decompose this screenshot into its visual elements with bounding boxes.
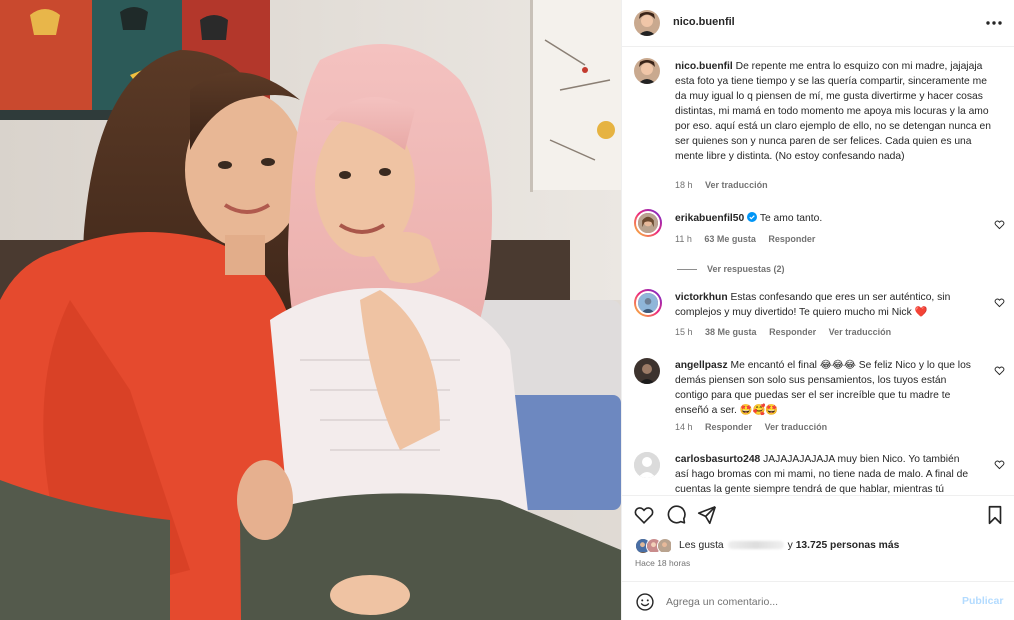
comment-likes[interactable]: 38 Me gusta	[705, 327, 757, 337]
comment-input[interactable]	[666, 591, 946, 613]
blurred-username	[727, 541, 784, 550]
post-actions: Les gusta y 13.725 personas más Hace 18 h…	[622, 495, 1014, 580]
caption-avatar[interactable]	[634, 58, 660, 84]
caption-username[interactable]: nico.buenfil	[675, 61, 733, 72]
post-image	[0, 0, 621, 620]
comment-likes[interactable]: 63 Me gusta	[704, 234, 756, 244]
share-icon[interactable]	[696, 504, 718, 526]
translate-link[interactable]: Ver traducción	[829, 327, 892, 337]
comment-like-icon[interactable]	[994, 363, 1005, 376]
likes-prefix: Les gusta	[679, 540, 724, 551]
comment-time: 14 h	[675, 422, 693, 432]
publish-button[interactable]: Publicar	[962, 595, 1003, 607]
caption-body: De repente me entra lo esquizo con mi ma…	[675, 61, 991, 162]
more-options-icon[interactable]	[984, 13, 1004, 33]
comment-icon[interactable]	[665, 504, 687, 526]
view-replies-label: Ver respuestas (2)	[707, 264, 785, 274]
commenter-avatar[interactable]	[634, 358, 660, 384]
caption-time: 18 h	[675, 180, 693, 190]
post-timestamp: Hace 18 horas	[635, 558, 691, 568]
comment-time: 15 h	[675, 327, 693, 337]
bookmark-icon[interactable]	[984, 504, 1006, 526]
reply-button[interactable]: Responder	[768, 234, 815, 244]
comment-meta: 11 h 63 Me gusta Responder	[675, 234, 825, 244]
comment-username[interactable]: angellpasz	[675, 360, 728, 371]
commenter-avatar[interactable]	[634, 209, 662, 237]
comment-meta: 15 h 38 Me gusta Responder Ver traducció…	[675, 327, 901, 337]
post-photo[interactable]	[0, 0, 621, 620]
comment-text: angellpasz Me encantó el final 😂😂😂 Se fe…	[675, 358, 975, 418]
reply-button[interactable]: Responder	[705, 422, 752, 432]
emoji-icon[interactable]	[635, 592, 655, 612]
likes-count[interactable]: 13.725 personas más	[796, 540, 900, 551]
commenter-avatar[interactable]	[634, 289, 662, 317]
comment-username[interactable]: victorkhun	[675, 292, 728, 303]
comment-composer: Publicar	[622, 581, 1014, 620]
comment-like-icon[interactable]	[994, 457, 1005, 470]
post-panel: nico.buenfil nico.buenfil De repente me …	[621, 0, 1014, 620]
comment-text: carlosbasurto248 JAJAJAJAJAJA muy bien N…	[675, 452, 975, 495]
likes-connector: y	[787, 540, 793, 551]
reply-button[interactable]: Responder	[769, 327, 816, 337]
comment-like-icon[interactable]	[994, 217, 1005, 230]
caption-translate-link[interactable]: Ver traducción	[705, 180, 768, 190]
caption-text: nico.buenfil De repente me entra lo esqu…	[675, 59, 997, 164]
comment-body: Te amo tanto.	[759, 213, 823, 224]
translate-link[interactable]: Ver traducción	[765, 422, 828, 432]
comment-like-icon[interactable]	[994, 295, 1005, 308]
replies-line	[677, 269, 697, 271]
liker-avatar	[657, 538, 673, 554]
author-avatar[interactable]	[634, 10, 660, 36]
commenter-avatar[interactable]	[634, 452, 660, 478]
comment-time: 11 h	[675, 234, 692, 244]
author-username[interactable]: nico.buenfil	[673, 16, 735, 28]
comment-username[interactable]: carlosbasurto248	[675, 454, 760, 465]
caption-meta: 18 h Ver traducción	[675, 180, 778, 190]
comment-meta: 14 h Responder Ver traducción	[675, 422, 837, 432]
comments-list[interactable]: nico.buenfil De repente me entra lo esqu…	[622, 48, 1014, 495]
comment-text: victorkhun Estas confesando que eres un …	[675, 290, 975, 320]
verified-badge-icon	[747, 212, 758, 224]
view-replies-button[interactable]: Ver respuestas (2)	[677, 264, 785, 274]
comment-text: erikabuenfil50 Te amo tanto.	[675, 211, 975, 226]
post-header: nico.buenfil	[622, 0, 1014, 47]
likes-text: Les gusta y 13.725 personas más	[679, 540, 899, 551]
like-heart-icon[interactable]	[633, 504, 655, 526]
comment-username[interactable]: erikabuenfil50	[675, 213, 744, 224]
